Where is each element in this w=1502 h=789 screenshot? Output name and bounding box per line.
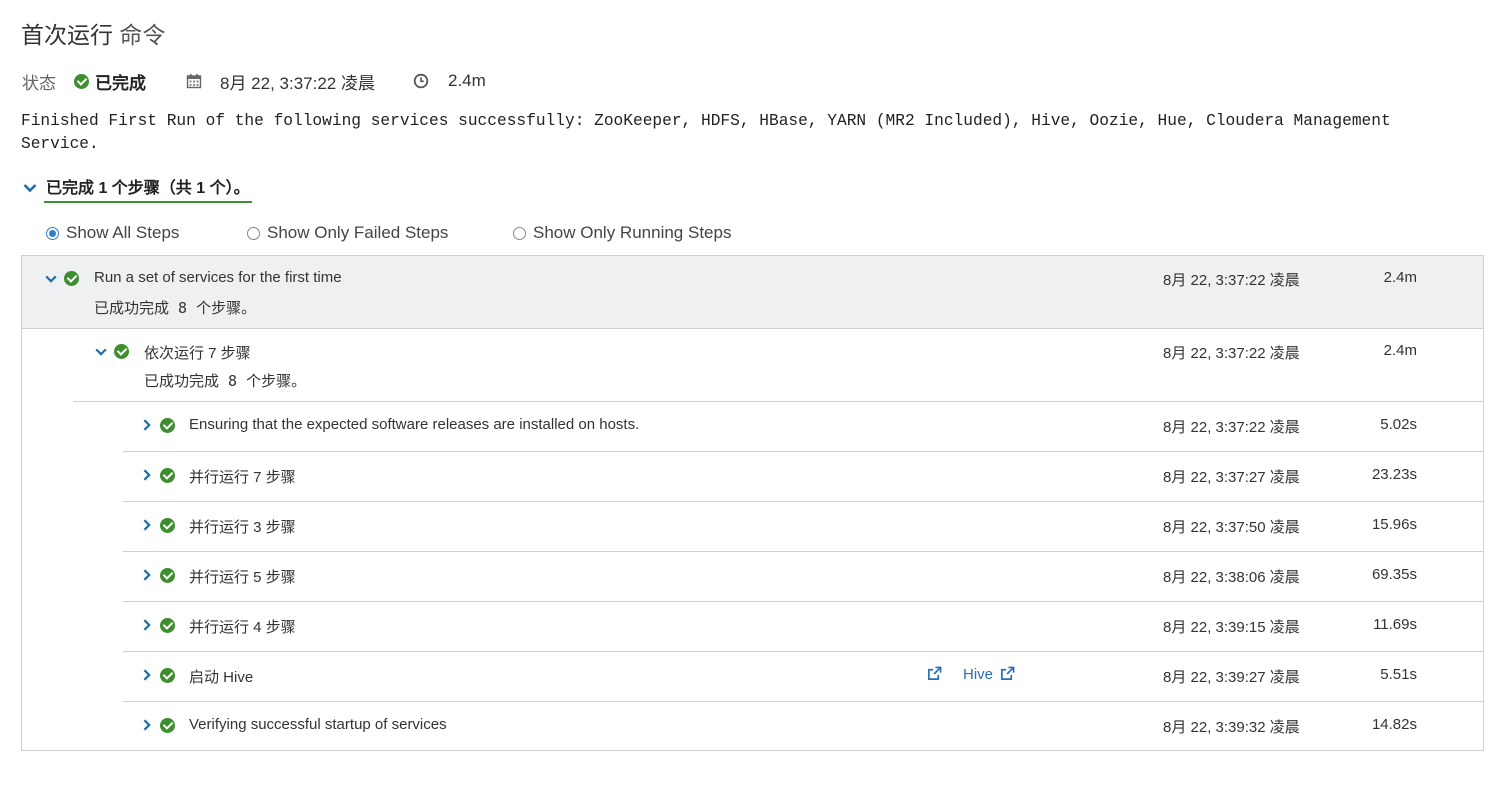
step-item: Ensuring that the expected software rele…	[123, 402, 1483, 451]
step-duration: 2.4m	[1383, 269, 1417, 286]
check-circle-icon	[64, 271, 79, 286]
step-item: 并行运行 4 步骤 8月 22, 3:39:15 凌晨 11.69s	[123, 602, 1483, 651]
step-date: 8月 22, 3:37:22 凌晨	[1163, 345, 1300, 362]
status-label: 状态	[22, 73, 56, 93]
step-date: 8月 22, 3:37:50 凌晨	[1163, 519, 1300, 536]
check-circle-icon	[160, 718, 175, 733]
radio-unselected[interactable]	[247, 226, 260, 240]
result-message: Finished First Run of the following serv…	[21, 112, 1391, 153]
chevron-right-icon[interactable]	[140, 668, 154, 682]
steps-summary: 已完成 1 个步骤（共 1 个）。	[44, 172, 252, 203]
calendar-icon	[186, 74, 202, 89]
radio-unselected[interactable]	[513, 226, 526, 240]
check-circle-icon	[160, 618, 175, 633]
step-duration: 15.96s	[1371, 516, 1417, 533]
hive-link[interactable]: Hive	[963, 666, 993, 683]
step-name: 并行运行 4 步骤	[189, 619, 296, 636]
filter-all-label: Show All Steps	[66, 223, 180, 242]
step-duration: 69.35s	[1371, 566, 1417, 583]
check-circle-icon	[160, 468, 175, 483]
step-date: 8月 22, 3:39:15 凌晨	[1163, 619, 1300, 636]
page-title: 首次运行 命令	[21, 16, 165, 50]
check-circle-icon	[160, 568, 175, 583]
external-link-icon[interactable]	[927, 666, 942, 681]
chevron-right-icon[interactable]	[140, 568, 154, 582]
radio-selected[interactable]	[46, 226, 59, 240]
step-name: 依次运行 7 步骤	[144, 345, 251, 362]
clock-icon	[413, 73, 429, 89]
check-circle-icon	[160, 668, 175, 683]
filter-running-label: Show Only Running Steps	[533, 223, 732, 242]
status-date: 8月 22, 3:37:22 凌晨	[220, 73, 375, 93]
step-date: 8月 22, 3:39:27 凌晨	[1163, 669, 1300, 686]
external-link-icon[interactable]	[1000, 666, 1015, 681]
chevron-right-icon[interactable]	[140, 618, 154, 632]
status-row: 状态 已完成 8月 22, 3:37:22 凌晨 2.4m	[22, 69, 486, 93]
title-main: 首次运行	[21, 22, 113, 48]
step-duration: 14.82s	[1371, 716, 1417, 733]
step-name: 并行运行 7 步骤	[189, 469, 296, 486]
step-duration: 23.23s	[1371, 466, 1417, 483]
chevron-down-icon[interactable]	[94, 345, 108, 359]
filter-failed-steps[interactable]: Show Only Failed Steps	[247, 223, 448, 243]
check-circle-icon	[74, 73, 89, 89]
step-date: 8月 22, 3:38:06 凌晨	[1163, 569, 1300, 586]
step-name: 并行运行 3 步骤	[189, 519, 296, 536]
check-circle-icon	[114, 344, 129, 359]
step-date: 8月 22, 3:37:22 凌晨	[1163, 419, 1300, 436]
step-date: 8月 22, 3:37:27 凌晨	[1163, 469, 1300, 486]
step-run-first-time: Run a set of services for the first time…	[22, 256, 1483, 329]
chevron-down-icon[interactable]	[44, 272, 58, 286]
filter-failed-label: Show Only Failed Steps	[267, 223, 449, 242]
step-item: 并行运行 5 步骤 8月 22, 3:38:06 凌晨 69.35s	[123, 552, 1483, 601]
step-duration: 11.69s	[1373, 616, 1417, 633]
chevron-right-icon[interactable]	[140, 518, 154, 532]
step-sequence-group: 依次运行 7 步骤 已成功完成 8 个步骤。 8月 22, 3:37:22 凌晨…	[22, 329, 1483, 401]
status-value: 已完成	[95, 73, 146, 93]
filter-running-steps[interactable]: Show Only Running Steps	[513, 223, 731, 243]
step-item: 并行运行 3 步骤 8月 22, 3:37:50 凌晨 15.96s	[123, 502, 1483, 551]
filter-all-steps[interactable]: Show All Steps	[46, 223, 179, 243]
steps-table: Run a set of services for the first time…	[21, 255, 1484, 751]
step-item: 启动 Hive Hive 8月 22, 3:39:27 凌晨 5.51s	[123, 652, 1483, 701]
step-date: 8月 22, 3:39:32 凌晨	[1163, 719, 1300, 736]
chevron-down-icon[interactable]	[22, 180, 38, 196]
check-circle-icon	[160, 518, 175, 533]
step-name: Ensuring that the expected software rele…	[189, 416, 640, 433]
status-badge: 已完成	[74, 69, 146, 94]
step-duration: 2.4m	[1383, 342, 1417, 359]
step-date: 8月 22, 3:37:22 凌晨	[1163, 272, 1300, 289]
chevron-right-icon[interactable]	[140, 468, 154, 482]
steps-summary-toggle[interactable]: 已完成 1 个步骤（共 1 个）。	[22, 172, 252, 203]
step-duration: 5.51s	[1380, 666, 1417, 683]
step-name: Verifying successful startup of services	[189, 716, 447, 733]
step-name: 并行运行 5 步骤	[189, 569, 296, 586]
step-name: Run a set of services for the first time	[94, 269, 342, 286]
chevron-right-icon[interactable]	[140, 418, 154, 432]
chevron-right-icon[interactable]	[140, 718, 154, 732]
status-duration: 2.4m	[447, 71, 486, 90]
step-desc: 已成功完成 8 个步骤。	[144, 372, 307, 390]
step-item: Verifying successful startup of services…	[123, 702, 1483, 751]
check-circle-icon	[160, 418, 175, 433]
step-desc: 已成功完成 8 个步骤。	[94, 299, 257, 317]
step-item: 并行运行 7 步骤 8月 22, 3:37:27 凌晨 23.23s	[123, 452, 1483, 501]
step-duration: 5.02s	[1380, 416, 1417, 433]
title-sub: 命令	[119, 22, 166, 48]
step-name: 启动 Hive	[189, 669, 254, 686]
